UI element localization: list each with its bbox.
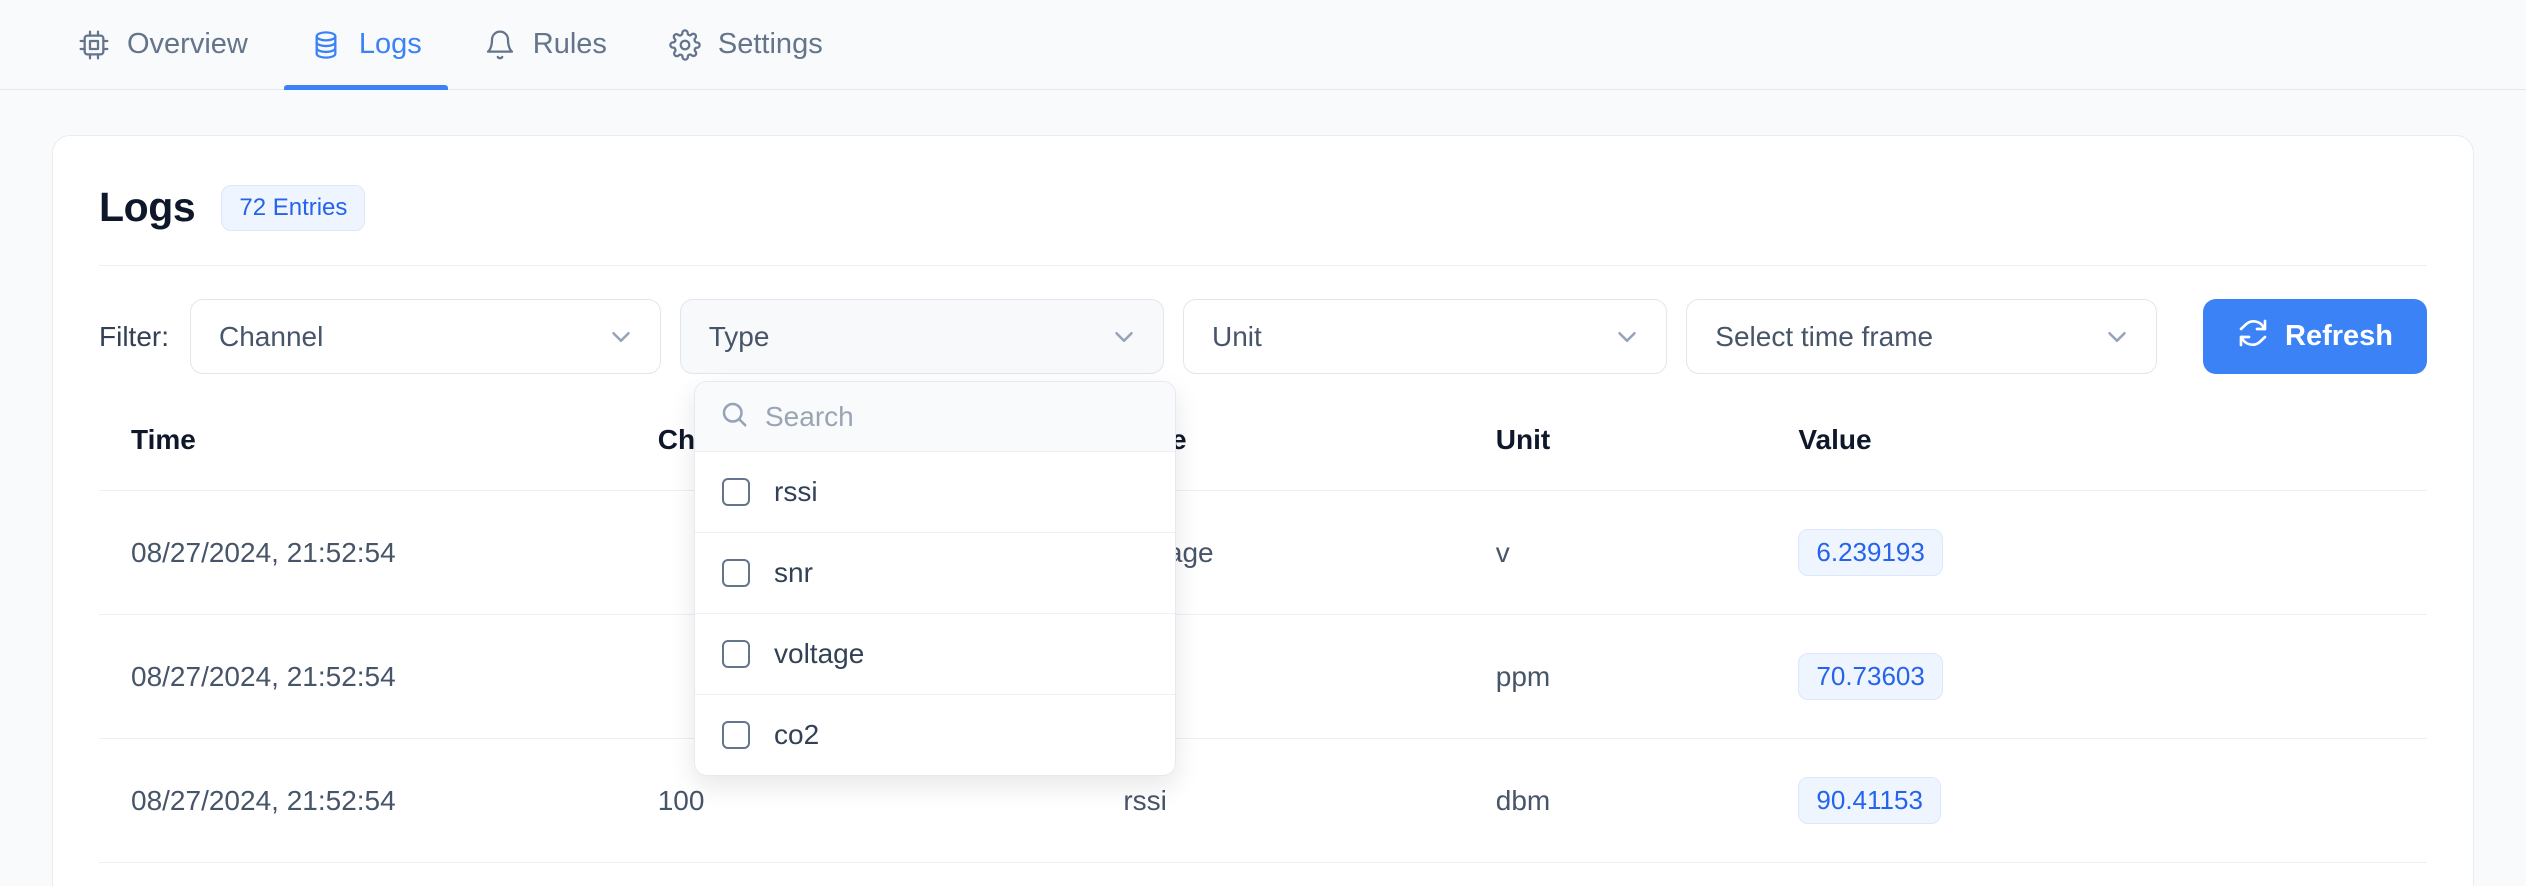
cell-unit: dbm xyxy=(1495,738,1799,863)
dropdown-search-input[interactable] xyxy=(765,400,1151,433)
bell-icon xyxy=(484,29,516,61)
tab-rules[interactable]: Rules xyxy=(458,0,633,89)
value-badge: 90.41153 xyxy=(1798,777,1941,824)
checkbox-icon[interactable] xyxy=(722,559,750,587)
cell-time: 08/27/2024, 21:52:54 xyxy=(99,862,658,886)
cell-value: 6.239193 xyxy=(1798,490,2427,615)
table-header-row: Time Channel Type Unit Value xyxy=(99,410,2427,491)
channel-filter-value: Channel xyxy=(219,320,324,352)
checkbox-icon[interactable] xyxy=(722,478,750,506)
cell-type: voltage xyxy=(1123,490,1496,615)
cell-unit: db xyxy=(1495,862,1799,886)
dropdown-option-label: co2 xyxy=(774,719,820,750)
cell-channel: 101 xyxy=(657,862,1124,886)
cell-type: co2 xyxy=(1123,614,1496,739)
timeframe-filter-select[interactable]: Select time frame xyxy=(1686,299,2157,374)
unit-filter-select[interactable]: Unit xyxy=(1183,299,1668,374)
value-badge: 70.73603 xyxy=(1798,653,1943,700)
tab-logs[interactable]: Logs xyxy=(283,0,448,90)
dropdown-option-label: rssi xyxy=(774,476,818,507)
cell-value: 70.73603 xyxy=(1798,614,2427,739)
channel-filter-select[interactable]: Channel xyxy=(190,299,661,374)
cell-unit: v xyxy=(1495,490,1799,615)
chevron-down-icon xyxy=(606,322,636,352)
cell-value: 90.41153 xyxy=(1798,738,2427,863)
table-row[interactable]: 08/27/2024, 21:52:54 100 rssi dbm 90.411… xyxy=(99,738,2427,863)
table-row[interactable]: 08/27/2024, 21:52:54 co2 ppm 70.73603 xyxy=(99,614,2427,739)
column-header-value[interactable]: Value xyxy=(1798,410,2427,491)
timeframe-filter-value: Select time frame xyxy=(1715,320,1934,352)
cell-time: 08/27/2024, 21:52:54 xyxy=(99,490,658,615)
logs-card: Logs 72 Entries Filter: Channel Type Uni… xyxy=(52,135,2474,886)
dropdown-option-label: voltage xyxy=(774,638,865,669)
dropdown-search-row xyxy=(695,382,1175,452)
refresh-icon xyxy=(2237,317,2269,357)
main-navigation: Overview Logs Rules Settings xyxy=(0,0,2526,90)
checkbox-icon[interactable] xyxy=(722,721,750,749)
tab-rules-label: Rules xyxy=(532,28,607,60)
logs-table: Time Channel Type Unit Value 08/27/2024,… xyxy=(99,410,2427,886)
dropdown-option-co2[interactable]: co2 xyxy=(695,695,1175,775)
checkbox-icon[interactable] xyxy=(722,640,750,668)
cpu-chip-icon xyxy=(78,29,110,61)
chevron-down-icon xyxy=(2102,322,2132,352)
table-row[interactable]: 08/27/2024, 21:52:54 voltage v 6.239193 xyxy=(99,490,2427,615)
unit-filter-value: Unit xyxy=(1212,320,1262,352)
chevron-down-icon xyxy=(1612,322,1642,352)
chevron-down-icon xyxy=(1109,322,1139,352)
tab-logs-label: Logs xyxy=(358,28,422,60)
card-header: Logs 72 Entries xyxy=(99,136,2427,266)
cell-time: 08/27/2024, 21:52:54 xyxy=(99,614,658,739)
entries-count-badge: 72 Entries xyxy=(221,184,366,231)
cell-type: snr xyxy=(1123,862,1496,886)
filter-label: Filter: xyxy=(99,320,169,352)
dropdown-option-rssi[interactable]: rssi xyxy=(695,452,1175,533)
filter-bar: Filter: Channel Type Unit Select time fr… xyxy=(99,266,2427,776)
type-filter-select[interactable]: Type xyxy=(679,299,1164,374)
column-header-type[interactable]: Type xyxy=(1123,410,1496,491)
refresh-button-label: Refresh xyxy=(2285,320,2393,352)
value-badge: 6.239193 xyxy=(1798,529,1943,576)
tab-settings[interactable]: Settings xyxy=(643,0,849,89)
dropdown-option-voltage[interactable]: voltage xyxy=(695,614,1175,695)
column-header-time[interactable]: Time xyxy=(99,410,658,491)
tab-settings-label: Settings xyxy=(717,28,823,60)
cell-value: 45.26458 xyxy=(1798,862,2427,886)
dropdown-option-label: snr xyxy=(774,557,813,588)
type-filter-value: Type xyxy=(708,320,770,352)
table-body: 08/27/2024, 21:52:54 voltage v 6.239193 … xyxy=(99,490,2427,886)
cell-type: rssi xyxy=(1123,738,1496,863)
table-head: Time Channel Type Unit Value xyxy=(99,410,2427,491)
dropdown-option-snr[interactable]: snr xyxy=(695,533,1175,614)
page-title: Logs xyxy=(99,184,196,230)
table-row[interactable]: 08/27/2024, 21:52:54 101 snr db 45.26458 xyxy=(99,862,2427,886)
type-filter-dropdown: rssi snr voltage co2 xyxy=(694,381,1176,776)
database-icon xyxy=(310,29,342,61)
refresh-button[interactable]: Refresh xyxy=(2203,299,2427,374)
tab-overview-label: Overview xyxy=(127,28,248,60)
search-icon xyxy=(719,399,749,434)
gear-icon xyxy=(669,28,701,61)
column-header-unit[interactable]: Unit xyxy=(1495,410,1799,491)
tab-overview[interactable]: Overview xyxy=(52,0,274,89)
cell-unit: ppm xyxy=(1495,614,1799,739)
cell-time: 08/27/2024, 21:52:54 xyxy=(99,738,658,863)
